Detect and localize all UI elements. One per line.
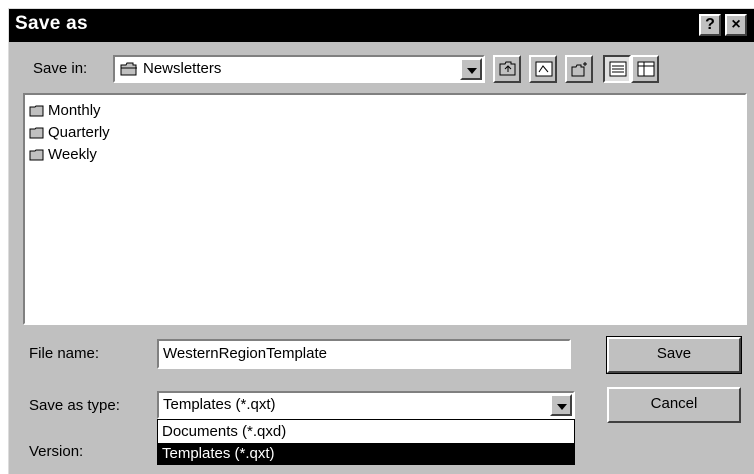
- list-item-label: Weekly: [48, 145, 97, 163]
- save-in-label: Save in:: [33, 60, 88, 77]
- details-view-icon: [637, 61, 655, 77]
- version-label: Version:: [29, 443, 84, 460]
- desktop-icon: [535, 61, 553, 77]
- list-item[interactable]: Weekly: [29, 143, 97, 165]
- save-button[interactable]: Save: [606, 336, 742, 374]
- new-folder-button[interactable]: [565, 55, 593, 83]
- list-item-label: Monthly: [48, 101, 101, 119]
- save-as-type-value: Templates (*.qxt): [163, 396, 276, 413]
- dialog-title: Save as: [15, 13, 88, 34]
- save-as-dialog: Save as ? × Save in: Newsletters Monthly…: [8, 8, 754, 474]
- list-item[interactable]: Quarterly: [29, 121, 110, 143]
- list-item-label: Quarterly: [48, 123, 110, 141]
- close-button[interactable]: ×: [725, 14, 747, 36]
- list-view-icon: [609, 61, 627, 77]
- file-name-value: WesternRegionTemplate: [163, 345, 327, 362]
- details-view-button[interactable]: [631, 55, 659, 83]
- folder-open-icon: [120, 62, 138, 81]
- file-name-label: File name:: [29, 345, 100, 362]
- save-as-type-options[interactable]: Documents (*.qxd) Templates (*.qxt): [157, 419, 575, 465]
- up-one-level-button[interactable]: [493, 55, 521, 83]
- chevron-down-icon: [557, 404, 567, 410]
- new-folder-icon: [571, 62, 587, 77]
- list-view-button[interactable]: [603, 55, 631, 83]
- save-in-dropdown-button[interactable]: [460, 58, 482, 80]
- file-name-field[interactable]: WesternRegionTemplate: [157, 339, 571, 369]
- folder-icon: [29, 104, 45, 117]
- option-documents[interactable]: Documents (*.qxd): [158, 421, 574, 442]
- help-icon: ?: [705, 16, 715, 33]
- chevron-down-icon: [467, 68, 477, 74]
- cancel-button[interactable]: Cancel: [607, 387, 741, 423]
- folder-icon: [29, 126, 45, 139]
- up-one-level-icon: [499, 61, 516, 76]
- option-templates[interactable]: Templates (*.qxt): [158, 443, 574, 464]
- save-as-type-combo[interactable]: Templates (*.qxt): [157, 391, 575, 419]
- list-item[interactable]: Monthly: [29, 99, 101, 121]
- save-in-value: Newsletters: [143, 60, 222, 77]
- title-bar[interactable]: Save as ? ×: [9, 9, 754, 42]
- file-list[interactable]: Monthly Quarterly Weekly: [23, 93, 747, 325]
- folder-icon: [29, 148, 45, 161]
- close-icon: ×: [731, 16, 741, 33]
- help-button[interactable]: ?: [699, 14, 721, 36]
- save-in-combo[interactable]: Newsletters: [113, 55, 485, 83]
- save-as-type-dropdown-button[interactable]: [550, 394, 572, 416]
- save-as-type-label: Save as type:: [29, 397, 120, 414]
- desktop-button[interactable]: [529, 55, 557, 83]
